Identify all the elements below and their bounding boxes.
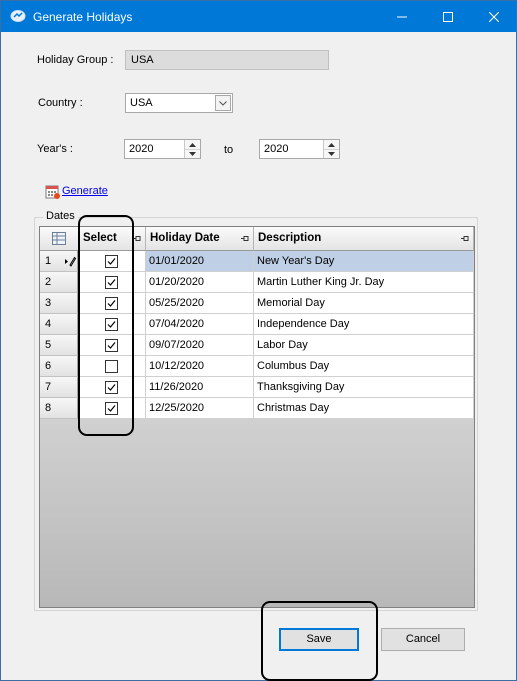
description-cell[interactable]: Memorial Day xyxy=(254,293,474,314)
description-cell[interactable]: Labor Day xyxy=(254,335,474,356)
row-number[interactable]: 1 xyxy=(40,251,78,272)
description-cell[interactable]: New Year's Day xyxy=(254,251,474,272)
generate-link[interactable]: Generate xyxy=(62,185,108,197)
spin-up-icon xyxy=(328,142,335,147)
column-header-description[interactable]: Description xyxy=(254,227,474,251)
description-cell[interactable]: Columbus Day xyxy=(254,356,474,377)
column-header-holiday-date[interactable]: Holiday Date xyxy=(146,227,254,251)
chevron-down-icon xyxy=(219,100,227,106)
close-icon xyxy=(489,11,499,22)
year-from-up-button[interactable] xyxy=(185,140,200,149)
close-button[interactable] xyxy=(471,1,517,32)
row-number-text: 4 xyxy=(45,318,52,330)
description-cell[interactable]: Christmas Day xyxy=(254,398,474,419)
minimize-icon xyxy=(397,16,407,17)
maximize-icon xyxy=(443,11,453,22)
description-cell[interactable]: Martin Luther King Jr. Day xyxy=(254,272,474,293)
pin-icon[interactable] xyxy=(241,235,249,242)
description-cell[interactable]: Thanksgiving Day xyxy=(254,377,474,398)
window-title: Generate Holidays xyxy=(33,10,133,24)
country-value: USA xyxy=(130,97,153,109)
holiday-date-cell[interactable]: 11/26/2020 xyxy=(146,377,254,398)
row-number-text: 2 xyxy=(45,276,52,288)
country-label: Country : xyxy=(38,97,83,109)
holiday-group-field: USA xyxy=(125,50,329,70)
holiday-date-header-label: Holiday Date xyxy=(150,232,220,244)
year-to-up-button[interactable] xyxy=(324,140,339,149)
row-number[interactable]: 4 xyxy=(40,314,78,335)
row-number-text: 3 xyxy=(45,297,52,309)
save-button-highlight xyxy=(261,601,378,681)
title-bar[interactable]: Generate Holidays xyxy=(1,1,516,32)
row-number[interactable]: 5 xyxy=(40,335,78,356)
row-number[interactable]: 3 xyxy=(40,293,78,314)
year-from-spinner[interactable]: 2020 xyxy=(124,139,201,159)
edit-pencil-icon xyxy=(65,256,76,267)
row-number-text: 6 xyxy=(45,360,52,372)
column-chooser-header[interactable] xyxy=(40,227,79,251)
holiday-group-label: Holiday Group : xyxy=(37,54,114,66)
row-number-text: 8 xyxy=(45,402,52,414)
country-select[interactable]: USA xyxy=(125,93,233,113)
holiday-date-cell[interactable]: 05/25/2020 xyxy=(146,293,254,314)
app-icon xyxy=(10,10,26,22)
description-header-label: Description xyxy=(258,232,322,244)
country-dropdown-button[interactable] xyxy=(215,95,231,111)
spin-down-icon xyxy=(328,152,335,156)
description-cell[interactable]: Independence Day xyxy=(254,314,474,335)
year-from-value: 2020 xyxy=(129,143,154,155)
select-column-highlight xyxy=(78,215,134,436)
year-to-down-button[interactable] xyxy=(324,149,339,158)
holiday-date-cell[interactable]: 01/20/2020 xyxy=(146,272,254,293)
holiday-date-cell[interactable]: 10/12/2020 xyxy=(146,356,254,377)
holiday-date-cell[interactable]: 07/04/2020 xyxy=(146,314,254,335)
pin-icon[interactable] xyxy=(133,235,141,242)
column-chooser-icon xyxy=(52,232,66,245)
year-to-spinner[interactable]: 2020 xyxy=(259,139,340,159)
dates-caption: Dates xyxy=(43,210,78,222)
maximize-button[interactable] xyxy=(425,1,471,32)
generate-holidays-window: Generate Holidays Holiday Group : USA Co… xyxy=(0,0,517,681)
row-number[interactable]: 7 xyxy=(40,377,78,398)
cancel-button[interactable]: Cancel xyxy=(381,628,465,651)
calendar-icon[interactable] xyxy=(45,184,60,199)
to-label: to xyxy=(224,144,234,156)
spin-up-icon xyxy=(189,142,196,147)
pin-icon[interactable] xyxy=(461,235,469,242)
row-number[interactable]: 6 xyxy=(40,356,78,377)
year-to-spin-buttons xyxy=(323,140,339,158)
holiday-date-cell[interactable]: 12/25/2020 xyxy=(146,398,254,419)
year-from-spin-buttons xyxy=(184,140,200,158)
holiday-date-cell[interactable]: 01/01/2020 xyxy=(146,251,254,272)
holiday-group-value: USA xyxy=(131,54,154,66)
row-number[interactable]: 2 xyxy=(40,272,78,293)
spin-down-icon xyxy=(189,152,196,156)
row-number-text: 1 xyxy=(45,255,52,267)
row-number-text: 5 xyxy=(45,339,52,351)
row-number-text: 7 xyxy=(45,381,52,393)
year-to-value: 2020 xyxy=(264,143,289,155)
year-from-down-button[interactable] xyxy=(185,149,200,158)
holiday-date-cell[interactable]: 09/07/2020 xyxy=(146,335,254,356)
row-number[interactable]: 8 xyxy=(40,398,78,419)
years-label: Year's : xyxy=(37,143,73,155)
minimize-button[interactable] xyxy=(379,1,425,32)
